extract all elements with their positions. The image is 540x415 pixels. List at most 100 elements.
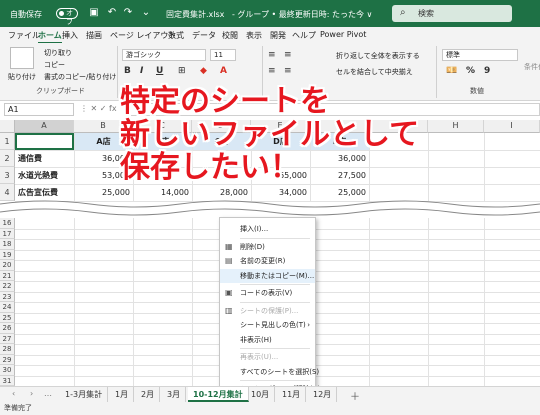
row-header[interactable]: 20 bbox=[0, 260, 15, 271]
sheet-tab[interactable]: 12月 bbox=[308, 387, 338, 402]
row-header[interactable]: 28 bbox=[0, 344, 15, 355]
sheet-tab[interactable]: 2月 bbox=[136, 387, 161, 402]
tab-developer[interactable]: 開発 bbox=[270, 30, 286, 41]
tab-file[interactable]: ファイル bbox=[8, 30, 40, 41]
select-all-corner[interactable] bbox=[0, 120, 15, 133]
tab-power-pivot[interactable]: Power Pivot bbox=[320, 30, 366, 39]
row-header[interactable]: 25 bbox=[0, 312, 15, 323]
tab-help[interactable]: ヘルプ bbox=[292, 30, 316, 41]
context-menu-item[interactable]: 移動またはコピー(M)... bbox=[220, 268, 315, 283]
sheet-tab[interactable]: 10月 bbox=[246, 387, 276, 402]
sheet-tab[interactable]: 11月 bbox=[277, 387, 307, 402]
conditional-format-button[interactable]: 条件付き書式 bbox=[524, 62, 540, 72]
font-name-select[interactable]: 游ゴシック bbox=[122, 49, 206, 61]
name-box[interactable]: A1 bbox=[4, 103, 74, 116]
grid-line bbox=[74, 218, 75, 386]
align-top-icon[interactable]: ≡ bbox=[268, 50, 276, 60]
context-menu-item[interactable]: ▦ 削除(D) bbox=[220, 240, 315, 254]
column-header[interactable]: H bbox=[428, 120, 484, 133]
context-menu-item[interactable]: すべてのシートを選択(S) bbox=[220, 365, 319, 379]
merge-center-button[interactable]: セルを結合して中央揃え bbox=[336, 67, 413, 77]
save-icon[interactable]: ▣ bbox=[88, 7, 100, 19]
tab-formulas[interactable]: 数式 bbox=[168, 30, 184, 41]
row-header[interactable]: 18 bbox=[0, 239, 15, 250]
percent-button[interactable]: % bbox=[466, 66, 475, 76]
tab-draw[interactable]: 描画 bbox=[86, 30, 102, 41]
align-middle-icon[interactable]: ≡ bbox=[284, 50, 292, 60]
tab-home[interactable]: ホーム bbox=[38, 30, 62, 44]
row-header[interactable]: 2 bbox=[0, 150, 15, 167]
number-format-select[interactable]: 標準 bbox=[442, 49, 518, 61]
cut-button[interactable]: 切り取り bbox=[44, 48, 72, 58]
tab-view[interactable]: 表示 bbox=[246, 30, 262, 41]
row-header[interactable]: 3 bbox=[0, 167, 15, 184]
next-sheet-icon[interactable]: › bbox=[30, 389, 33, 398]
row-header[interactable]: 1 bbox=[0, 133, 15, 150]
autosave-toggle[interactable]: オフ bbox=[56, 8, 78, 26]
row-header[interactable]: 23 bbox=[0, 291, 15, 302]
wrap-text-button[interactable]: 折り返して全体を表示する bbox=[336, 51, 420, 61]
align-center-icon[interactable]: ≡ bbox=[284, 66, 292, 76]
comma-button[interactable]: 9 bbox=[484, 66, 490, 76]
context-menu-label: 非表示(H) bbox=[240, 335, 272, 344]
align-left-icon[interactable]: ≡ bbox=[268, 66, 276, 76]
borders-icon[interactable]: ⊞ bbox=[178, 66, 186, 76]
document-status[interactable]: - グループ • 最終更新日時: たった今 ∨ bbox=[232, 9, 372, 20]
row-header[interactable]: 29 bbox=[0, 354, 15, 365]
formula-bar-icons: ⋮ ✕ ✓ fx bbox=[80, 104, 117, 113]
column-header[interactable]: A bbox=[15, 120, 74, 133]
context-menu-label: 名前の変更(R) bbox=[240, 257, 286, 265]
row-header[interactable]: 24 bbox=[0, 302, 15, 313]
sheet-tab[interactable]: 3月 bbox=[162, 387, 187, 402]
active-cell-a1[interactable] bbox=[15, 133, 74, 150]
redo-icon[interactable]: ↷ bbox=[122, 7, 134, 19]
title-bar: 自動保存 オフ ▣ ↶ ↷ ⌄ 固定費集計.xlsx - グループ • 最終更新… bbox=[0, 0, 540, 27]
context-menu-item[interactable]: ▣ コードの表示(V) bbox=[220, 286, 315, 300]
annotation-callout: 特定のシートを 新しいファイルとして 保存したい！ bbox=[120, 85, 420, 184]
protect-icon: ▥ bbox=[225, 305, 233, 315]
tab-review[interactable]: 校閲 bbox=[222, 30, 238, 41]
menu-separator bbox=[240, 348, 310, 349]
font-color-icon[interactable]: A bbox=[220, 66, 227, 76]
context-menu-item[interactable]: 挿入(I)... bbox=[220, 222, 315, 236]
underline-button[interactable]: U bbox=[156, 66, 163, 76]
sheet-tab[interactable]: 1月 bbox=[110, 387, 135, 402]
context-menu-item[interactable]: ▤ 名前の変更(R) bbox=[220, 254, 315, 268]
prev-sheet-icon[interactable]: ‹ bbox=[12, 389, 15, 398]
paste-button[interactable]: 貼り付け bbox=[8, 72, 36, 82]
row-header[interactable]: 16 bbox=[0, 218, 15, 229]
format-painter-button[interactable]: 書式のコピー/貼り付け bbox=[44, 72, 116, 82]
status-bar: 準備完了 bbox=[0, 402, 540, 415]
row-header[interactable]: 21 bbox=[0, 270, 15, 281]
context-menu-item[interactable]: シート見出しの色(T) › bbox=[220, 318, 315, 332]
row-header[interactable]: 31 bbox=[0, 375, 15, 386]
row-header[interactable]: 26 bbox=[0, 323, 15, 334]
context-menu-item[interactable]: 非表示(H) bbox=[220, 333, 315, 347]
column-header[interactable]: I bbox=[484, 120, 540, 133]
sheet-tab-active[interactable]: 10-12月集計 bbox=[188, 387, 249, 402]
fill-color-icon[interactable]: ◆ bbox=[200, 66, 207, 76]
row-header[interactable]: 17 bbox=[0, 228, 15, 239]
row-header[interactable]: 27 bbox=[0, 333, 15, 344]
bold-button[interactable]: B bbox=[124, 66, 131, 76]
context-menu-label: 挿入(I)... bbox=[240, 225, 269, 233]
font-size-select[interactable]: 11 bbox=[210, 49, 236, 61]
currency-icon[interactable]: 💴 bbox=[446, 66, 457, 76]
tab-page-layout[interactable]: ページ レイアウト bbox=[110, 30, 176, 41]
more-sheets-icon[interactable]: … bbox=[44, 389, 52, 398]
copy-button[interactable]: コピー bbox=[44, 60, 65, 70]
row-header[interactable]: 22 bbox=[0, 281, 15, 292]
row-header[interactable]: 19 bbox=[0, 249, 15, 260]
search-box[interactable]: ⌕ 検索 bbox=[392, 5, 512, 22]
add-sheet-icon[interactable]: ＋ bbox=[350, 388, 360, 403]
context-menu-label: すべてのシートを選択(S) bbox=[240, 367, 320, 376]
undo-icon[interactable]: ↶ bbox=[106, 7, 118, 19]
annotation-line: 保存したい！ bbox=[120, 150, 300, 185]
row-header[interactable]: 30 bbox=[0, 365, 15, 376]
customize-toolbar-icon[interactable]: ⌄ bbox=[140, 7, 152, 19]
tab-data[interactable]: データ bbox=[192, 30, 216, 41]
tab-insert[interactable]: 挿入 bbox=[62, 30, 78, 41]
sheet-tab[interactable]: 1-3月集計 bbox=[60, 387, 109, 402]
italic-button[interactable]: I bbox=[140, 66, 143, 76]
paste-icon[interactable] bbox=[10, 47, 34, 69]
